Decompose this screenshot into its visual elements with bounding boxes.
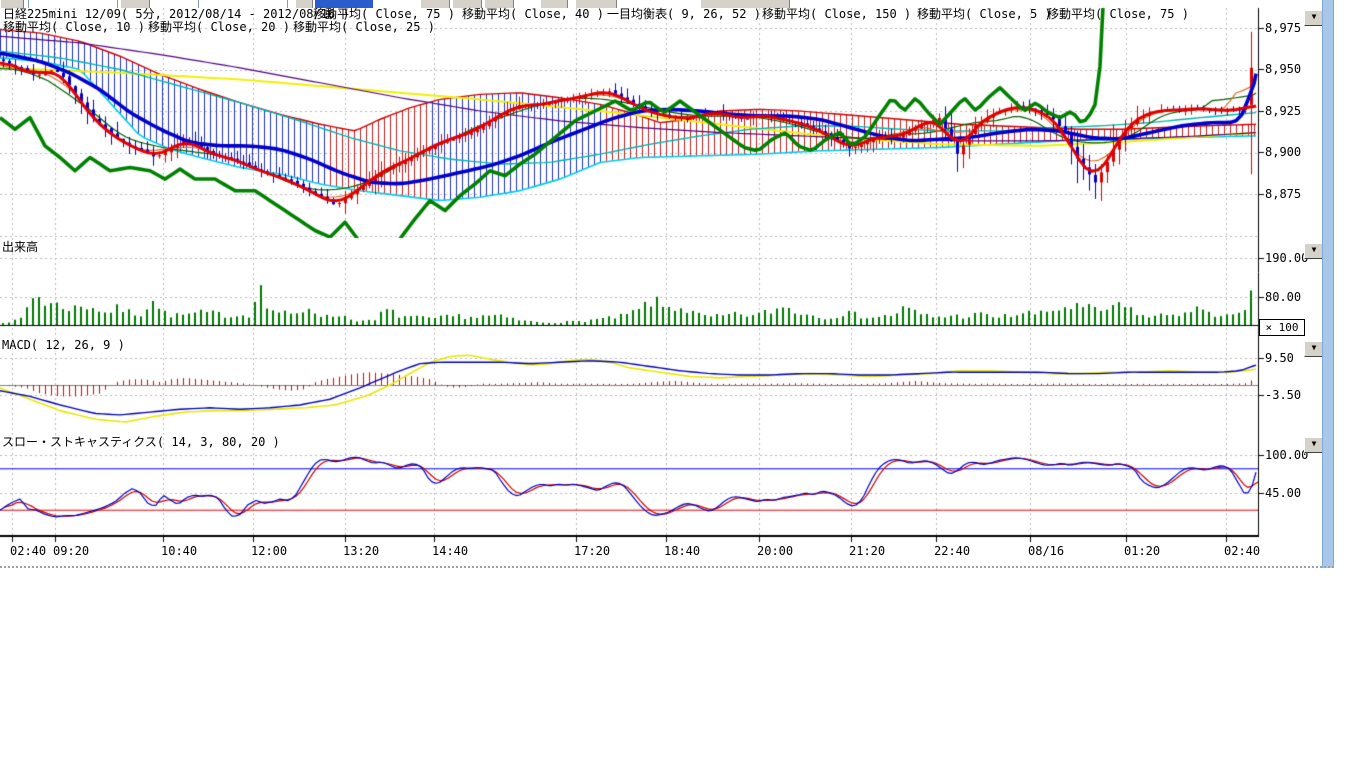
legend-ma25: 移動平均( Close, 25 ) [293,21,435,34]
legend-ma10: 移動平均( Close, 10 ) [3,21,145,34]
time-label-0120: 01:20 [1124,545,1160,557]
time-label-1040: 10:40 [161,545,197,557]
price-tick-8950: 8,950 [1265,63,1301,75]
volume-scale-dropdown-button[interactable]: ▼ [1304,243,1324,259]
price-tick-8975: 8,975 [1265,22,1301,34]
volume-tick-80: 80.00 [1265,291,1301,303]
stoch-tick-45: 45.00 [1265,487,1301,499]
time-label-0920: 09:20 [53,545,89,557]
price-tick-8925: 8,925 [1265,105,1301,117]
time-label-1200: 12:00 [251,545,287,557]
legend-ma75-2: 移動平均( Close, 75 ) [1047,8,1189,21]
time-label-1440: 14:40 [432,545,468,557]
vertical-scrollbar-strip[interactable] [1322,0,1334,568]
time-label-2120: 21:20 [849,545,885,557]
legend-ma5: 移動平均( Close, 5 ) [917,8,1052,21]
chart-application-window: 日経225mini 12/09( 5分, 2012/08/14 - 2012/0… [0,0,1366,768]
chevron-down-icon: ▼ [1312,245,1317,254]
volume-pane-title: 出来高 [2,241,38,254]
window-resize-edge [0,566,1334,572]
time-label-1720: 17:20 [574,545,610,557]
legend-ma150: 移動平均( Close, 150 ) [762,8,911,21]
chevron-down-icon: ▼ [1312,439,1317,448]
volume-tick-190: 190.00 [1265,252,1308,264]
time-label-2240: 22:40 [934,545,970,557]
macd-tick-m3-5: -3.50 [1265,389,1301,401]
time-label-0816: 08/16 [1028,545,1064,557]
stoch-tick-100: 100.00 [1265,449,1308,461]
stoch-scale-dropdown-button[interactable]: ▼ [1304,437,1324,453]
legend-ma40: 移動平均( Close, 40 ) [462,8,604,21]
chevron-down-icon: ▼ [1312,12,1317,21]
macd-scale-dropdown-button[interactable]: ▼ [1304,341,1324,357]
chevron-down-icon: ▼ [1312,343,1317,352]
time-label-0240a: 02:40 [10,545,46,557]
price-tick-8875: 8,875 [1265,188,1301,200]
price-tick-8900: 8,900 [1265,146,1301,158]
legend-ma20: 移動平均( Close, 20 ) [148,21,290,34]
price-scale-dropdown-button[interactable]: ▼ [1304,10,1324,26]
time-label-2000: 20:00 [757,545,793,557]
volume-multiplier-box: × 100 [1259,319,1305,336]
macd-pane-title: MACD( 12, 26, 9 ) [2,339,125,352]
time-label-1320: 13:20 [343,545,379,557]
stoch-pane-title: スロー・ストキャスティクス( 14, 3, 80, 20 ) [2,436,280,449]
time-label-0240b: 02:40 [1224,545,1260,557]
macd-tick-9-5: 9.50 [1265,352,1294,364]
legend-ichimoku: 一目均衡表( 9, 26, 52 ) [607,8,761,21]
time-label-1840: 18:40 [664,545,700,557]
chart-plot-canvas[interactable] [0,0,1366,768]
